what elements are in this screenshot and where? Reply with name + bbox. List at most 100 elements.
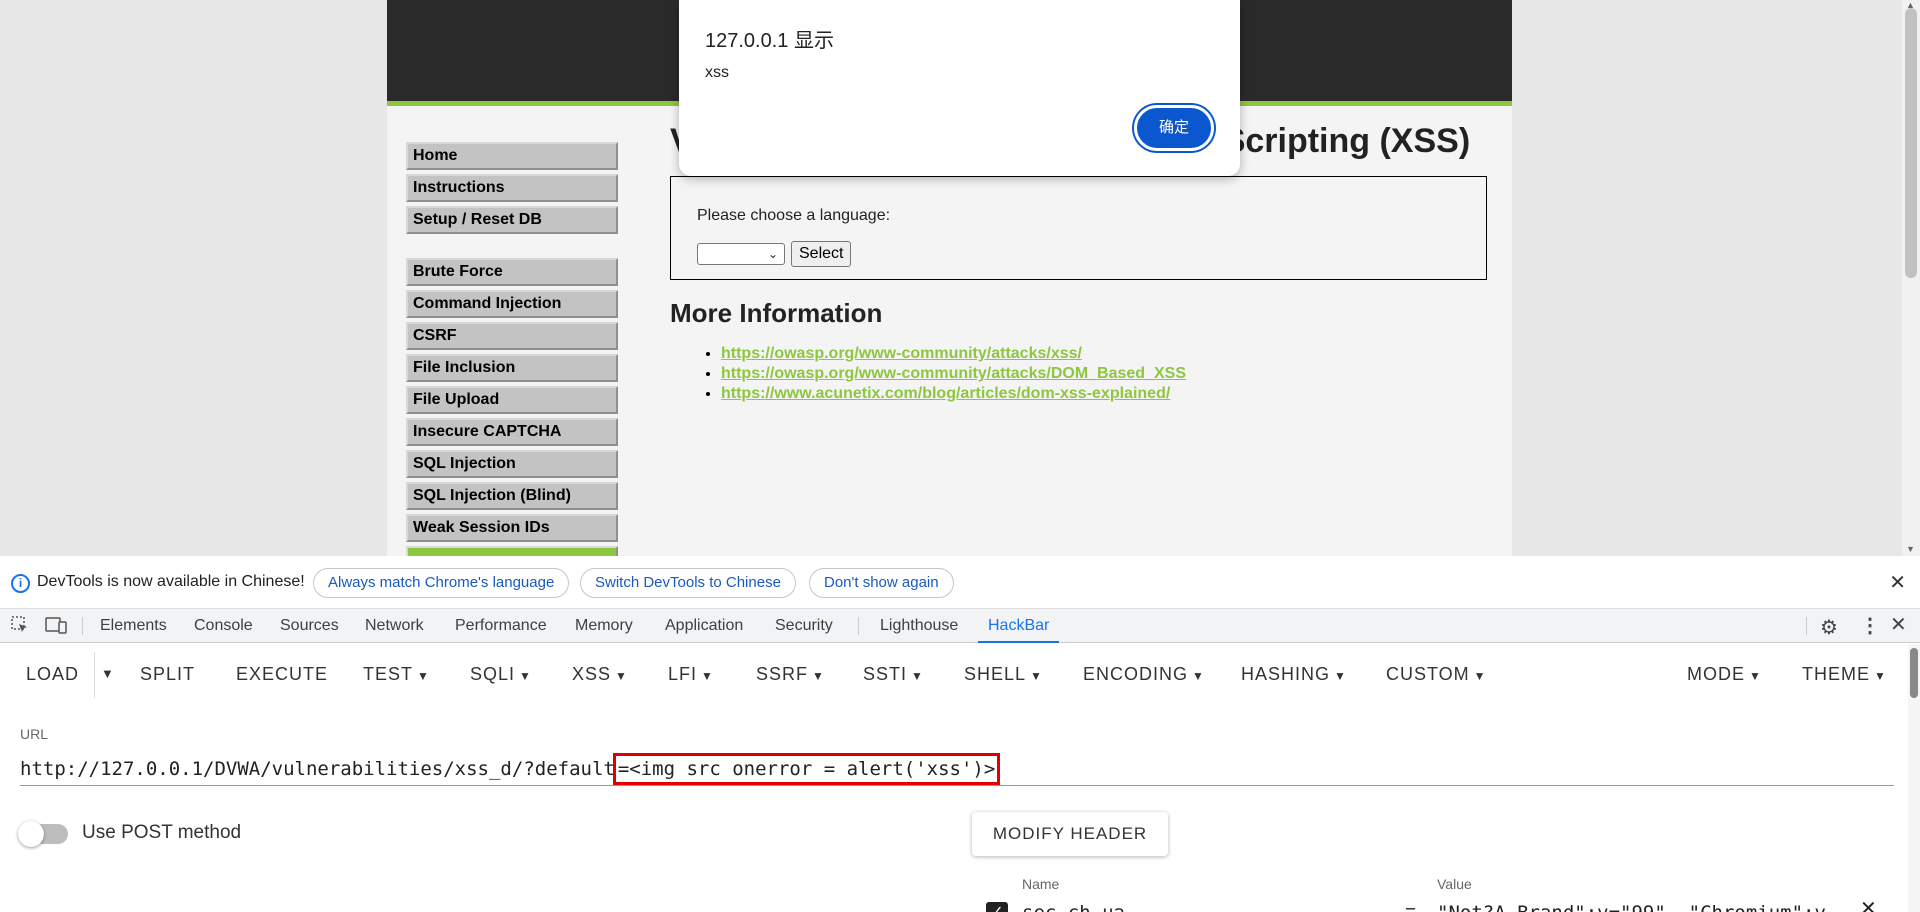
list-item: https://owasp.org/www-community/attacks/… xyxy=(721,364,1186,384)
caret-down-icon: ▼ xyxy=(911,669,924,683)
menu-item-command-injection[interactable]: Command Injection xyxy=(406,290,618,318)
hashing-menu-button[interactable]: HASHING ▼ xyxy=(1241,664,1347,685)
infobar-message: DevTools is now available in Chinese! xyxy=(37,573,305,590)
remove-header-icon[interactable]: ✕ xyxy=(1860,896,1877,912)
scroll-down-icon[interactable]: ▼ xyxy=(1906,544,1915,554)
split-button[interactable]: SPLIT xyxy=(140,664,195,685)
tab-console[interactable]: Console xyxy=(194,609,253,643)
always-match-language-button[interactable]: Always match Chrome's language xyxy=(313,568,570,598)
url-payload-highlight: =<img src onerror = alert('xss')> xyxy=(612,753,1001,785)
alert-ok-button[interactable]: 确定 xyxy=(1134,105,1214,151)
load-button[interactable]: LOAD xyxy=(26,664,79,685)
toggle-knob xyxy=(18,821,44,847)
link-acunetix-dom-xss[interactable]: https://www.acunetix.com/blog/articles/d… xyxy=(721,385,1170,402)
scrollbar-thumb[interactable] xyxy=(1910,648,1918,698)
header-value-label: Value xyxy=(1437,876,1472,892)
menu-item-brute-force[interactable]: Brute Force xyxy=(406,258,618,286)
dont-show-again-button[interactable]: Don't show again xyxy=(809,568,954,598)
ssti-menu-label: SSTI xyxy=(863,664,908,684)
inspect-element-icon[interactable] xyxy=(11,616,29,634)
custom-menu-button[interactable]: CUSTOM ▼ xyxy=(1386,664,1487,685)
url-label: URL xyxy=(20,726,49,742)
menu-item-file-inclusion[interactable]: File Inclusion xyxy=(406,354,618,382)
ssti-menu-button[interactable]: SSTI ▼ xyxy=(863,664,924,685)
caret-down-icon: ▼ xyxy=(1030,669,1043,683)
caret-down-icon: ▼ xyxy=(1473,669,1487,683)
tab-security[interactable]: Security xyxy=(775,609,833,643)
link-owasp-xss[interactable]: https://owasp.org/www-community/attacks/… xyxy=(721,345,1082,362)
hashing-menu-label: HASHING xyxy=(1241,664,1331,684)
menu-item-xss-dom[interactable] xyxy=(406,546,618,556)
select-button[interactable]: Select xyxy=(791,241,852,267)
scrollbar-thumb[interactable] xyxy=(1905,8,1917,278)
load-divider xyxy=(94,652,95,698)
xss-menu-button[interactable]: XSS ▼ xyxy=(572,664,628,685)
url-text: http://127.0.0.1/DVWA/vulnerabilities/xs… xyxy=(20,758,615,780)
ssrf-menu-button[interactable]: SSRF ▼ xyxy=(756,664,825,685)
alert-message: xss xyxy=(705,64,729,81)
encoding-menu-button[interactable]: ENCODING ▼ xyxy=(1083,664,1205,685)
tab-performance[interactable]: Performance xyxy=(455,609,547,643)
tab-memory[interactable]: Memory xyxy=(575,609,633,643)
theme-menu-button[interactable]: THEME ▼ xyxy=(1802,664,1887,685)
menu-item-sql-injection[interactable]: SQL Injection xyxy=(406,450,618,478)
language-infobar: i DevTools is now available in Chinese! … xyxy=(0,556,1920,609)
link-owasp-dom-xss[interactable]: https://owasp.org/www-community/attacks/… xyxy=(721,365,1186,382)
header-equals-sign: = xyxy=(1405,902,1416,912)
menu-item-instructions[interactable]: Instructions xyxy=(406,174,618,202)
test-menu-button[interactable]: TEST ▼ xyxy=(363,664,430,685)
tab-application[interactable]: Application xyxy=(665,609,743,643)
close-icon[interactable]: ✕ xyxy=(1890,612,1907,637)
tab-elements[interactable]: Elements xyxy=(100,609,167,643)
header-name-input[interactable]: sec-ch-ua xyxy=(1022,902,1125,912)
language-select[interactable]: ⌄ xyxy=(697,243,785,265)
menu-item-weak-session-ids[interactable]: Weak Session IDs xyxy=(406,514,618,542)
page-scrollbar[interactable]: ▲ ▼ xyxy=(1902,0,1920,556)
post-method-toggle[interactable] xyxy=(18,821,68,847)
switch-to-chinese-button[interactable]: Switch DevTools to Chinese xyxy=(580,568,796,598)
menu-item-home[interactable]: Home xyxy=(406,142,618,170)
url-input[interactable]: http://127.0.0.1/DVWA/vulnerabilities/xs… xyxy=(20,753,1894,786)
toolbar-divider xyxy=(858,617,859,635)
hackbar-scrollbar[interactable] xyxy=(1908,644,1920,912)
modify-header-button[interactable]: MODIFY HEADER xyxy=(972,812,1168,856)
header-value-input[interactable]: "Not?A_Brand";v="99", "Chromium";v xyxy=(1437,902,1837,912)
alert-title: 127.0.0.1 显示 xyxy=(705,30,834,52)
test-menu-label: TEST xyxy=(363,664,414,684)
tab-network[interactable]: Network xyxy=(365,609,424,643)
post-method-label: Use POST method xyxy=(82,822,242,843)
caret-down-icon: ▼ xyxy=(1192,669,1205,683)
hackbar-panel: LOAD ▼ SPLIT EXECUTE TEST ▼ SQLI ▼ XSS ▼ LF… xyxy=(0,644,1920,912)
devtools-panel: i DevTools is now available in Chinese! … xyxy=(0,556,1920,912)
caret-down-icon: ▼ xyxy=(615,669,628,683)
header-enabled-checkbox[interactable]: ✓ xyxy=(986,902,1008,912)
devtools-tabbar: Elements Console Sources Network Perform… xyxy=(0,609,1920,643)
menu-item-sql-injection-blind[interactable]: SQL Injection (Blind) xyxy=(406,482,618,510)
caret-down-icon[interactable]: ▼ xyxy=(101,666,114,681)
more-vert-icon[interactable]: ⋮ xyxy=(1860,613,1880,638)
more-information-links: https://owasp.org/www-community/attacks/… xyxy=(721,344,1186,404)
ssrf-menu-label: SSRF xyxy=(756,664,809,684)
sqli-menu-button[interactable]: SQLI ▼ xyxy=(470,664,532,685)
caret-down-icon: ▼ xyxy=(1874,669,1887,683)
caret-down-icon: ▼ xyxy=(519,669,532,683)
chevron-down-icon: ⌄ xyxy=(767,247,778,261)
shell-menu-label: SHELL xyxy=(964,664,1027,684)
tab-sources[interactable]: Sources xyxy=(280,609,339,643)
menu-item-setup-reset-db[interactable]: Setup / Reset DB xyxy=(406,206,618,234)
lfi-menu-button[interactable]: LFI ▼ xyxy=(668,664,714,685)
caret-down-icon: ▼ xyxy=(701,669,714,683)
menu-item-insecure-captcha[interactable]: Insecure CAPTCHA xyxy=(406,418,618,446)
info-icon: i xyxy=(11,574,30,593)
tab-hackbar[interactable]: HackBar xyxy=(978,609,1060,643)
menu-item-file-upload[interactable]: File Upload xyxy=(406,386,618,414)
device-toolbar-icon[interactable] xyxy=(45,616,67,634)
mode-menu-button[interactable]: MODE ▼ xyxy=(1687,664,1762,685)
execute-button[interactable]: EXECUTE xyxy=(236,664,328,685)
gear-icon[interactable]: ⚙ xyxy=(1820,615,1838,640)
close-icon[interactable]: ✕ xyxy=(1889,570,1906,595)
shell-menu-button[interactable]: SHELL ▼ xyxy=(964,664,1043,685)
caret-down-icon: ▼ xyxy=(417,669,430,683)
menu-item-csrf[interactable]: CSRF xyxy=(406,322,618,350)
tab-lighthouse[interactable]: Lighthouse xyxy=(880,609,958,643)
